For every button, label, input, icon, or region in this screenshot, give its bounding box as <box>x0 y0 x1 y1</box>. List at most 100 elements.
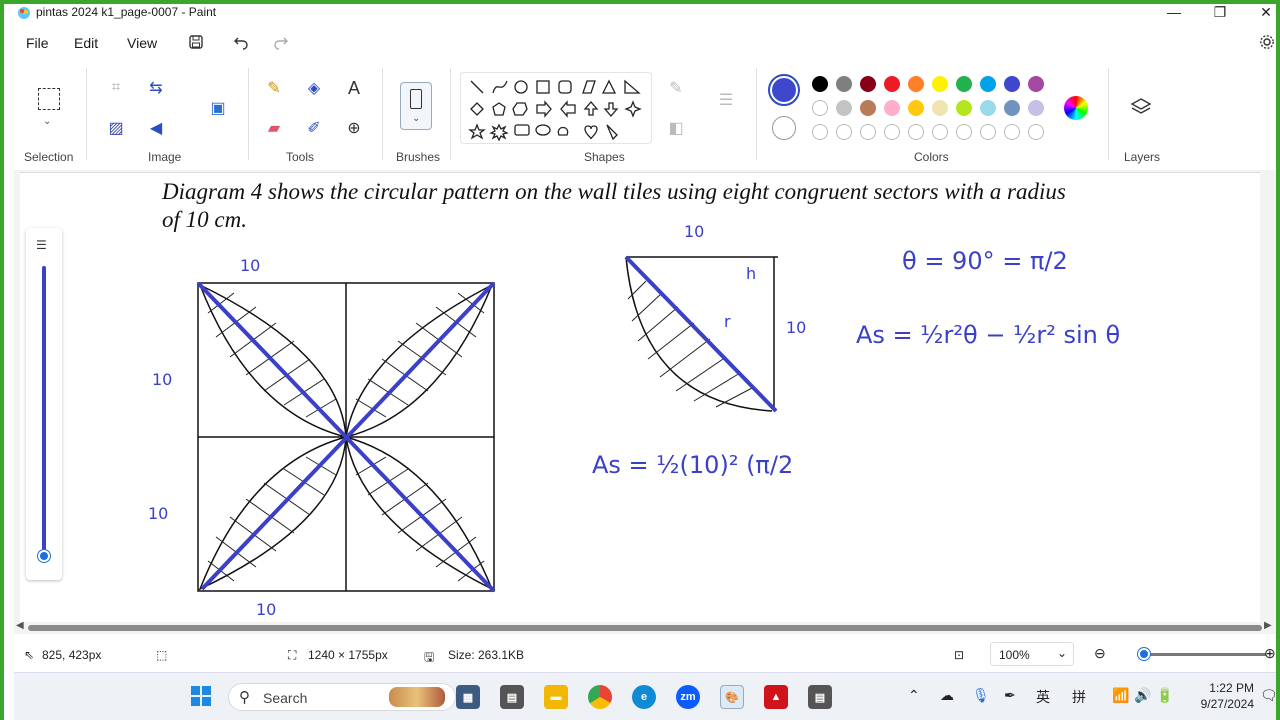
color-swatch[interactable] <box>908 124 924 140</box>
onedrive-icon[interactable]: ☁ <box>940 687 954 704</box>
rotate-icon[interactable]: ▨ <box>104 116 128 140</box>
fill-bucket-icon[interactable]: ◈ <box>302 76 326 100</box>
secondary-color-button[interactable] <box>772 116 796 140</box>
selection-chevron-icon[interactable]: ⌄ <box>43 116 51 127</box>
color-swatch[interactable] <box>956 100 972 116</box>
magnifier-icon[interactable]: ⊕ <box>342 116 366 140</box>
eraser-icon[interactable]: ▰ <box>262 116 286 140</box>
color-swatch[interactable] <box>1004 76 1020 92</box>
color-swatch[interactable] <box>812 76 828 92</box>
color-swatch[interactable] <box>836 124 852 140</box>
windows-start-icon[interactable] <box>190 685 212 707</box>
crop-icon[interactable]: ⌗ <box>104 76 128 100</box>
settings-gear-icon[interactable] <box>1259 34 1275 50</box>
horizontal-scrollbar[interactable]: ◀ ▶ <box>14 620 1276 634</box>
menu-view[interactable]: View <box>127 35 157 51</box>
battery-icon[interactable]: 🔋 <box>1156 687 1173 704</box>
paint-taskbar-icon[interactable]: 🎨 <box>720 685 744 709</box>
color-swatch[interactable] <box>812 124 828 140</box>
stroke-size-icon[interactable]: ☰ <box>714 88 738 112</box>
color-swatch[interactable] <box>1028 76 1044 92</box>
color-swatch[interactable] <box>860 100 876 116</box>
shape-fill-icon[interactable]: ◧ <box>664 116 688 140</box>
acrobat-icon[interactable]: ▲ <box>764 685 788 709</box>
text-tool-icon[interactable]: A <box>342 76 366 100</box>
color-swatch[interactable] <box>1028 124 1044 140</box>
color-swatch[interactable] <box>932 124 948 140</box>
calculator-icon[interactable]: ▤ <box>500 685 524 709</box>
chrome-icon[interactable] <box>588 685 612 709</box>
calculator-2-icon[interactable]: ▤ <box>808 685 832 709</box>
resize-icon[interactable]: ⇆ <box>144 76 168 100</box>
size-slider-thumb[interactable] <box>38 550 50 562</box>
color-swatch[interactable] <box>932 100 948 116</box>
color-swatch[interactable] <box>1004 100 1020 116</box>
color-swatch[interactable] <box>836 76 852 92</box>
menu-edit[interactable]: Edit <box>74 35 98 51</box>
task-view-icon[interactable]: ▦ <box>456 685 480 709</box>
drawing-canvas[interactable]: Diagram 4 shows the circular pattern on … <box>20 172 1260 622</box>
image-select-icon[interactable]: ▣ <box>206 96 230 120</box>
color-swatch[interactable] <box>980 124 996 140</box>
color-swatch[interactable] <box>908 100 924 116</box>
zoom-slider-track[interactable] <box>1142 653 1266 656</box>
pen-icon[interactable]: ✒ <box>1004 687 1016 704</box>
minimize-button[interactable]: — <box>1154 4 1194 24</box>
ime-mode[interactable]: 拼 <box>1072 687 1086 707</box>
primary-color-button[interactable] <box>768 74 800 106</box>
tray-overflow-icon[interactable]: ⌃ <box>908 687 920 704</box>
clock-date[interactable]: 9/27/2024 <box>1184 697 1254 711</box>
scroll-right-icon[interactable]: ▶ <box>1264 620 1272 631</box>
color-swatch[interactable] <box>860 124 876 140</box>
scroll-left-icon[interactable]: ◀ <box>16 620 24 631</box>
close-button[interactable]: ✕ <box>1246 4 1280 24</box>
label-bottom-10: 10 <box>256 600 276 619</box>
zoom-app-icon[interactable]: zm <box>676 685 700 709</box>
outline-icon[interactable]: ✎ <box>664 76 688 100</box>
edge-icon[interactable]: e <box>632 685 656 709</box>
fit-to-window-icon[interactable]: ⊡ <box>954 648 964 662</box>
color-swatch[interactable] <box>956 124 972 140</box>
save-icon[interactable] <box>188 34 204 50</box>
color-swatch[interactable] <box>884 100 900 116</box>
color-swatch[interactable] <box>980 100 996 116</box>
notification-icon[interactable]: 🗨 <box>1260 687 1278 704</box>
color-swatch[interactable] <box>860 76 876 92</box>
flip-icon[interactable]: ◀ <box>144 116 168 140</box>
color-swatch[interactable] <box>1028 100 1044 116</box>
color-swatch[interactable] <box>884 124 900 140</box>
color-swatch[interactable] <box>884 76 900 92</box>
microphone-icon[interactable]: 🎙 <box>972 687 990 704</box>
pencil-icon[interactable]: ✎ <box>262 76 286 100</box>
canvas-drawing[interactable]: Diagram 4 shows the circular pattern on … <box>20 173 1260 623</box>
color-picker-icon[interactable]: ✐ <box>302 116 326 140</box>
color-swatch[interactable] <box>980 76 996 92</box>
color-swatch[interactable] <box>812 100 828 116</box>
primary-color-swatch <box>772 78 796 102</box>
clock-time[interactable]: 1:22 PM <box>1184 681 1254 695</box>
color-swatch[interactable] <box>1004 124 1020 140</box>
color-swatch[interactable] <box>956 76 972 92</box>
edit-colors-icon[interactable] <box>1064 96 1088 120</box>
zoom-slider-thumb[interactable] <box>1138 648 1150 660</box>
maximize-button[interactable]: ❐ <box>1200 4 1240 24</box>
scrollbar-thumb[interactable] <box>28 625 1262 631</box>
ime-language[interactable]: 英 <box>1036 687 1050 707</box>
layers-icon[interactable] <box>1130 96 1152 118</box>
color-swatch[interactable] <box>908 76 924 92</box>
taskbar-search[interactable]: ⚲ Search <box>228 683 456 711</box>
volume-icon[interactable]: 🔊 <box>1134 687 1151 704</box>
zoom-dropdown[interactable]: 100% ⌄ <box>990 642 1074 666</box>
zoom-in-icon[interactable]: ⊕ <box>1264 645 1276 662</box>
color-swatch[interactable] <box>932 76 948 92</box>
brushes-button[interactable]: ⌄ <box>400 82 432 130</box>
menu-file[interactable]: File <box>26 35 49 51</box>
wifi-icon[interactable]: 📶 <box>1112 687 1129 704</box>
shapes-gallery-icons[interactable] <box>461 73 653 145</box>
file-explorer-icon[interactable]: ▬ <box>544 685 568 709</box>
redo-icon[interactable] <box>273 34 289 50</box>
color-swatch[interactable] <box>836 100 852 116</box>
rectangle-select-icon[interactable] <box>38 88 60 110</box>
undo-icon[interactable] <box>233 34 249 50</box>
zoom-out-icon[interactable]: ⊖ <box>1094 645 1106 662</box>
